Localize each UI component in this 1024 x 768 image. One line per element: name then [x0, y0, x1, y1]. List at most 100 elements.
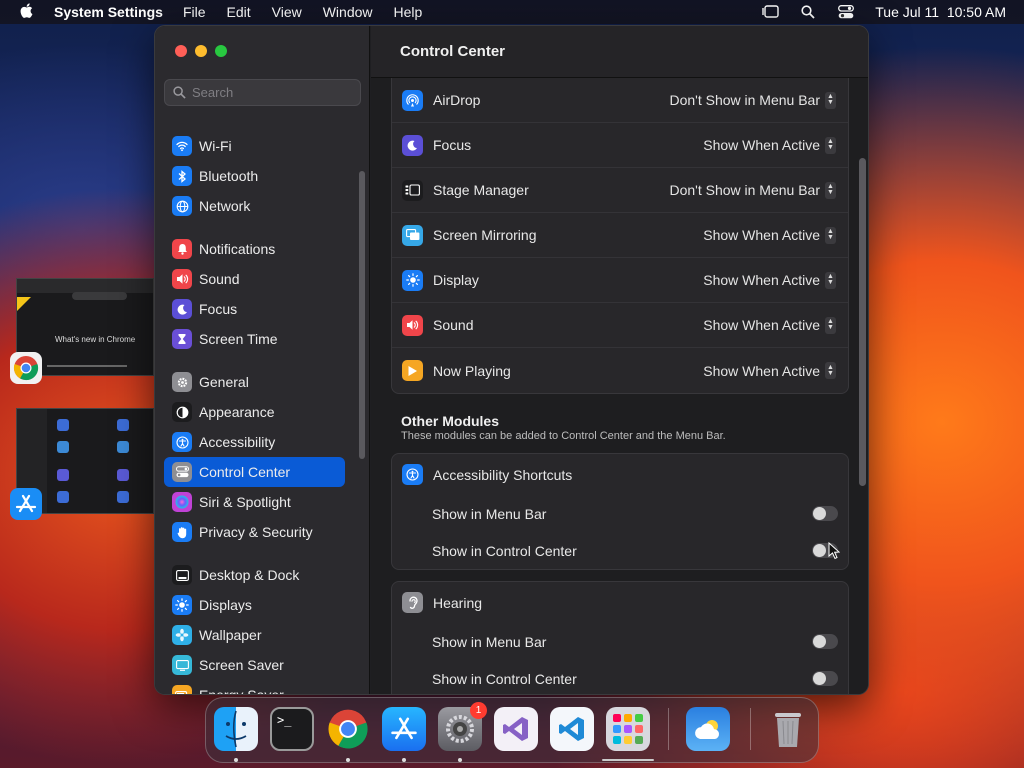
option-row-show-in-control-center: Show in Control Center — [392, 532, 848, 569]
screen-mirroring-icon — [402, 224, 423, 246]
module-visibility-popup[interactable]: Show When Active ▲ ▼ — [703, 136, 836, 154]
module-visibility-popup[interactable]: Show When Active ▲ ▼ — [703, 362, 836, 379]
system-settings-window: Wi-Fi Bluetooth Network Notifications Sound F… — [154, 25, 869, 695]
sidebar-item-displays[interactable]: Displays — [164, 590, 345, 620]
sidebar-item-wi-fi[interactable]: Wi-Fi — [164, 131, 345, 161]
menu-bar-clock[interactable]: Tue Jul 11 10:50 AM — [875, 4, 1006, 20]
play-icon — [402, 360, 423, 381]
sidebar-item-bluetooth[interactable]: Bluetooth — [164, 161, 345, 191]
sidebar-item-appearance[interactable]: Appearance — [164, 397, 345, 427]
sidebar-item-label: Control Center — [199, 464, 291, 480]
sidebar-item-label: Desktop & Dock — [199, 567, 300, 583]
module-row-now-playing: Now Playing Show When Active ▲ ▼ — [392, 348, 848, 393]
popup-value: Don't Show in Menu Bar — [669, 92, 820, 108]
speaker-icon — [172, 269, 192, 289]
stage-manager-icon — [402, 179, 423, 201]
dock-vscode-icon[interactable] — [550, 707, 594, 751]
spotlight-search-icon[interactable] — [799, 4, 817, 20]
popup-chevron-icon: ▲ ▼ — [825, 226, 836, 244]
sidebar-item-label: Siri & Spotlight — [199, 494, 291, 510]
module-visibility-popup[interactable]: Don't Show in Menu Bar ▲ ▼ — [669, 181, 836, 199]
module-row-stage-manager: Stage Manager Don't Show in Menu Bar ▲ ▼ — [392, 168, 848, 213]
globe-icon — [172, 196, 192, 216]
module-label: AirDrop — [433, 92, 481, 108]
sidebar-item-privacy-and-security[interactable]: Privacy & Security — [164, 517, 345, 547]
sidebar-item-label: General — [199, 374, 249, 390]
sidebar-item-general[interactable]: General — [164, 367, 345, 397]
sidebar-search[interactable] — [164, 79, 361, 106]
stage-manager-menu-icon[interactable] — [761, 4, 779, 20]
sidebar-item-label: Focus — [199, 301, 238, 317]
dock-weather-icon[interactable] — [686, 707, 730, 751]
siri-icon — [172, 492, 192, 512]
dock-finder-icon[interactable] — [214, 707, 258, 751]
dock-system-settings-icon[interactable]: 1 — [438, 702, 487, 751]
dock-chrome-icon[interactable] — [326, 707, 370, 751]
menu-app-name[interactable]: System Settings — [54, 4, 163, 20]
menu-window[interactable]: Window — [323, 4, 373, 20]
sidebar-item-label: Wallpaper — [199, 627, 262, 643]
sidebar-scrollbar[interactable] — [359, 171, 365, 459]
page-title: Control Center — [371, 26, 868, 78]
gear-icon — [172, 372, 192, 392]
battery-icon — [172, 685, 192, 694]
module-label: Sound — [433, 317, 474, 333]
option-row-show-in-menu-bar: Show in Menu Bar — [392, 623, 848, 660]
dock-terminal-icon[interactable]: >_ — [270, 707, 314, 751]
menu-file[interactable]: File — [183, 4, 206, 20]
running-indicator — [234, 758, 238, 762]
module-visibility-popup[interactable]: Show When Active ▲ ▼ — [703, 316, 836, 334]
sun-icon — [402, 269, 423, 291]
popup-chevron-icon: ▲ ▼ — [825, 181, 836, 199]
sidebar-item-screen-time[interactable]: Screen Time — [164, 324, 345, 354]
sidebar-item-accessibility[interactable]: Accessibility — [164, 427, 345, 457]
sidebar-item-desktop-and-dock[interactable]: Desktop & Dock — [164, 560, 345, 590]
main-scrollbar[interactable] — [859, 158, 866, 486]
accessibility-icon — [172, 432, 192, 452]
sidebar-item-label: Appearance — [199, 404, 275, 420]
menu-help[interactable]: Help — [394, 4, 423, 20]
module-label: Stage Manager — [433, 182, 529, 198]
apple-menu-icon[interactable] — [0, 2, 36, 22]
zoom-window-button[interactable] — [215, 45, 227, 57]
search-input[interactable] — [192, 85, 352, 100]
popup-value: Show When Active — [703, 362, 820, 379]
chrome-app-thumbnail-icon[interactable] — [10, 352, 42, 384]
sidebar-item-label: Displays — [199, 597, 252, 613]
sidebar-item-wallpaper[interactable]: Wallpaper — [164, 620, 345, 650]
sidebar-item-notifications[interactable]: Notifications — [164, 234, 345, 264]
dock-trash-icon[interactable] — [766, 707, 810, 751]
screensaver-icon — [172, 655, 192, 675]
show-in-control-center-toggle[interactable] — [812, 671, 838, 686]
sidebar-item-siri-and-spotlight[interactable]: Siri & Spotlight — [164, 487, 345, 517]
popup-chevron-icon: ▲ ▼ — [825, 316, 836, 334]
minimize-window-button[interactable] — [195, 45, 207, 57]
menu-view[interactable]: View — [272, 4, 302, 20]
sidebar-item-focus[interactable]: Focus — [164, 294, 345, 324]
dock-app-store-icon[interactable] — [382, 707, 426, 751]
dock-launchpad-icon[interactable] — [606, 707, 650, 751]
module-visibility-popup[interactable]: Show When Active ▲ ▼ — [703, 226, 836, 244]
sidebar-item-sound[interactable]: Sound — [164, 264, 345, 294]
show-in-menu-bar-toggle[interactable] — [812, 634, 838, 649]
ear-icon — [402, 592, 423, 613]
sidebar-item-screen-saver[interactable]: Screen Saver — [164, 650, 345, 680]
dock-scroll-indicator — [602, 759, 654, 761]
sidebar-item-label: Energy Saver — [199, 687, 284, 695]
close-window-button[interactable] — [175, 45, 187, 57]
show-in-menu-bar-toggle[interactable] — [812, 506, 838, 521]
sidebar-group-divider — [164, 221, 345, 234]
module-visibility-popup[interactable]: Don't Show in Menu Bar ▲ ▼ — [669, 91, 836, 109]
app-store-thumbnail-icon[interactable] — [10, 488, 42, 520]
module-visibility-popup[interactable]: Show When Active ▲ ▼ — [703, 271, 836, 289]
control-center-icon[interactable] — [837, 4, 855, 20]
menu-edit[interactable]: Edit — [227, 4, 251, 20]
sidebar-item-label: Privacy & Security — [199, 524, 313, 540]
sidebar-item-network[interactable]: Network — [164, 191, 345, 221]
dock-visual-studio-icon[interactable] — [494, 707, 538, 751]
dock-separator — [750, 708, 751, 750]
sidebar-item-energy-saver[interactable]: Energy Saver — [164, 680, 345, 695]
toggles-icon — [172, 462, 192, 482]
sidebar-item-control-center[interactable]: Control Center — [164, 457, 345, 487]
popup-value: Show When Active — [703, 227, 820, 243]
